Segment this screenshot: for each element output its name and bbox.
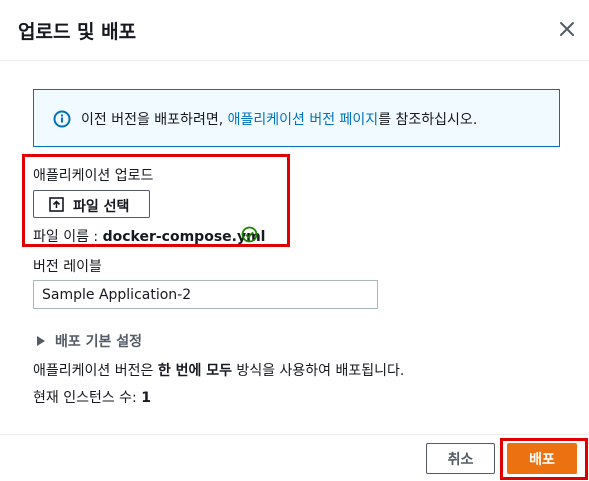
caret-right-icon xyxy=(37,336,45,346)
choose-file-label: 파일 선택 xyxy=(73,199,130,215)
deployment-preferences-expander[interactable]: 배포 기본 설정 xyxy=(37,331,142,351)
footer-divider xyxy=(0,434,589,435)
filename-label: 파일 이름 : xyxy=(33,229,103,245)
info-icon xyxy=(53,110,71,128)
filename-row: 파일 이름 : docker-compose.yml xyxy=(33,226,265,246)
upload-icon xyxy=(49,197,64,212)
check-circle-icon xyxy=(241,226,258,243)
info-text-before: 이전 버전을 배포하려면, xyxy=(81,112,228,128)
deploy-policy-suffix: 방식을 사용하여 배포됩니다. xyxy=(231,363,405,379)
info-text: 이전 버전을 배포하려면, 애플리케이션 버전 페이지를 참조하십시오. xyxy=(81,109,477,129)
dialog-title: 업로드 및 배포 xyxy=(18,21,137,43)
close-icon[interactable] xyxy=(556,18,578,40)
application-versions-link[interactable]: 애플리케이션 버전 페이지 xyxy=(228,112,379,128)
deploy-policy-prefix: 애플리케이션 버전은 xyxy=(33,363,158,379)
version-label: 버전 레이블 xyxy=(33,259,102,275)
instance-count-label: 현재 인스턴스 수: xyxy=(33,390,142,406)
choose-file-button[interactable]: 파일 선택 xyxy=(33,190,150,218)
deploy-button[interactable]: 배포 xyxy=(507,443,577,474)
dialog-header: 업로드 및 배포 xyxy=(0,0,589,61)
deploy-policy-value: 한 번에 모두 xyxy=(157,363,232,379)
instance-count-text: 현재 인스턴스 수: 1 xyxy=(33,387,151,407)
info-alert: 이전 버전을 배포하려면, 애플리케이션 버전 페이지를 참조하십시오. xyxy=(33,89,560,147)
version-label-input[interactable] xyxy=(33,280,378,309)
instance-count-value: 1 xyxy=(141,390,151,406)
cancel-button[interactable]: 취소 xyxy=(426,443,495,474)
deploy-policy-text: 애플리케이션 버전은 한 번에 모두 방식을 사용하여 배포됩니다. xyxy=(33,360,404,380)
info-text-after: 를 참조하십시오. xyxy=(378,112,478,128)
deployment-preferences-label: 배포 기본 설정 xyxy=(55,334,143,350)
upload-label: 애플리케이션 업로드 xyxy=(33,168,154,184)
